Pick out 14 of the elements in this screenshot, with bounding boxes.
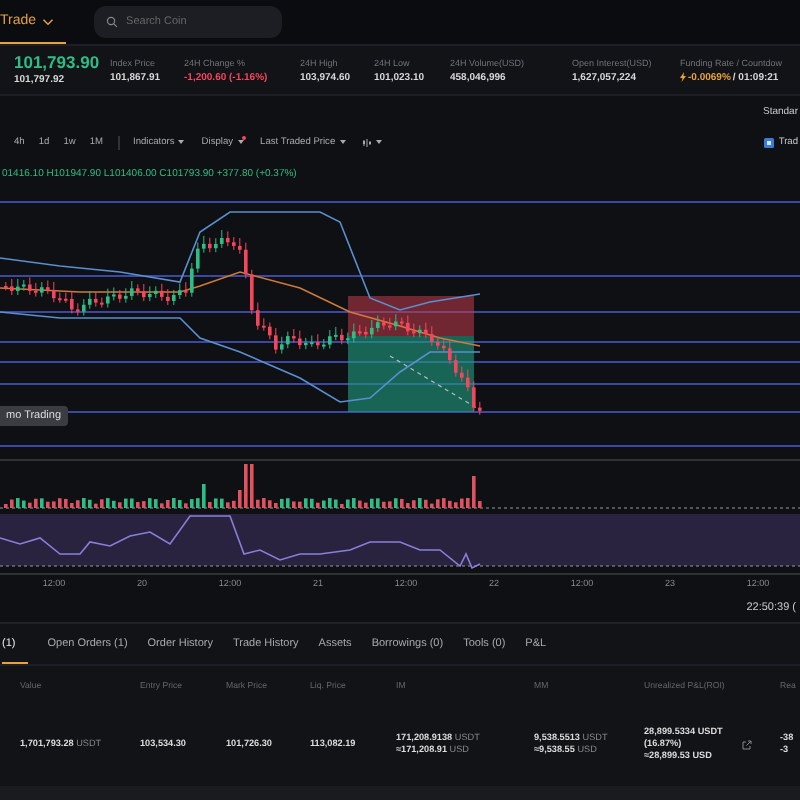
bolt-icon [680, 72, 686, 82]
last-price: 101,793.90 [14, 54, 102, 72]
caret-icon [42, 17, 55, 25]
caret-icon [376, 140, 383, 144]
panel-icon [764, 137, 775, 147]
take-profit-zone [348, 336, 474, 412]
chart-type-menu[interactable] [362, 137, 383, 147]
caret-icon [178, 140, 185, 144]
share-icon[interactable] [742, 739, 753, 749]
search-icon [106, 16, 119, 28]
caret-icon [237, 140, 244, 144]
candles-icon [362, 137, 373, 147]
stop-loss-zone [348, 296, 474, 336]
caret-icon [339, 140, 346, 144]
